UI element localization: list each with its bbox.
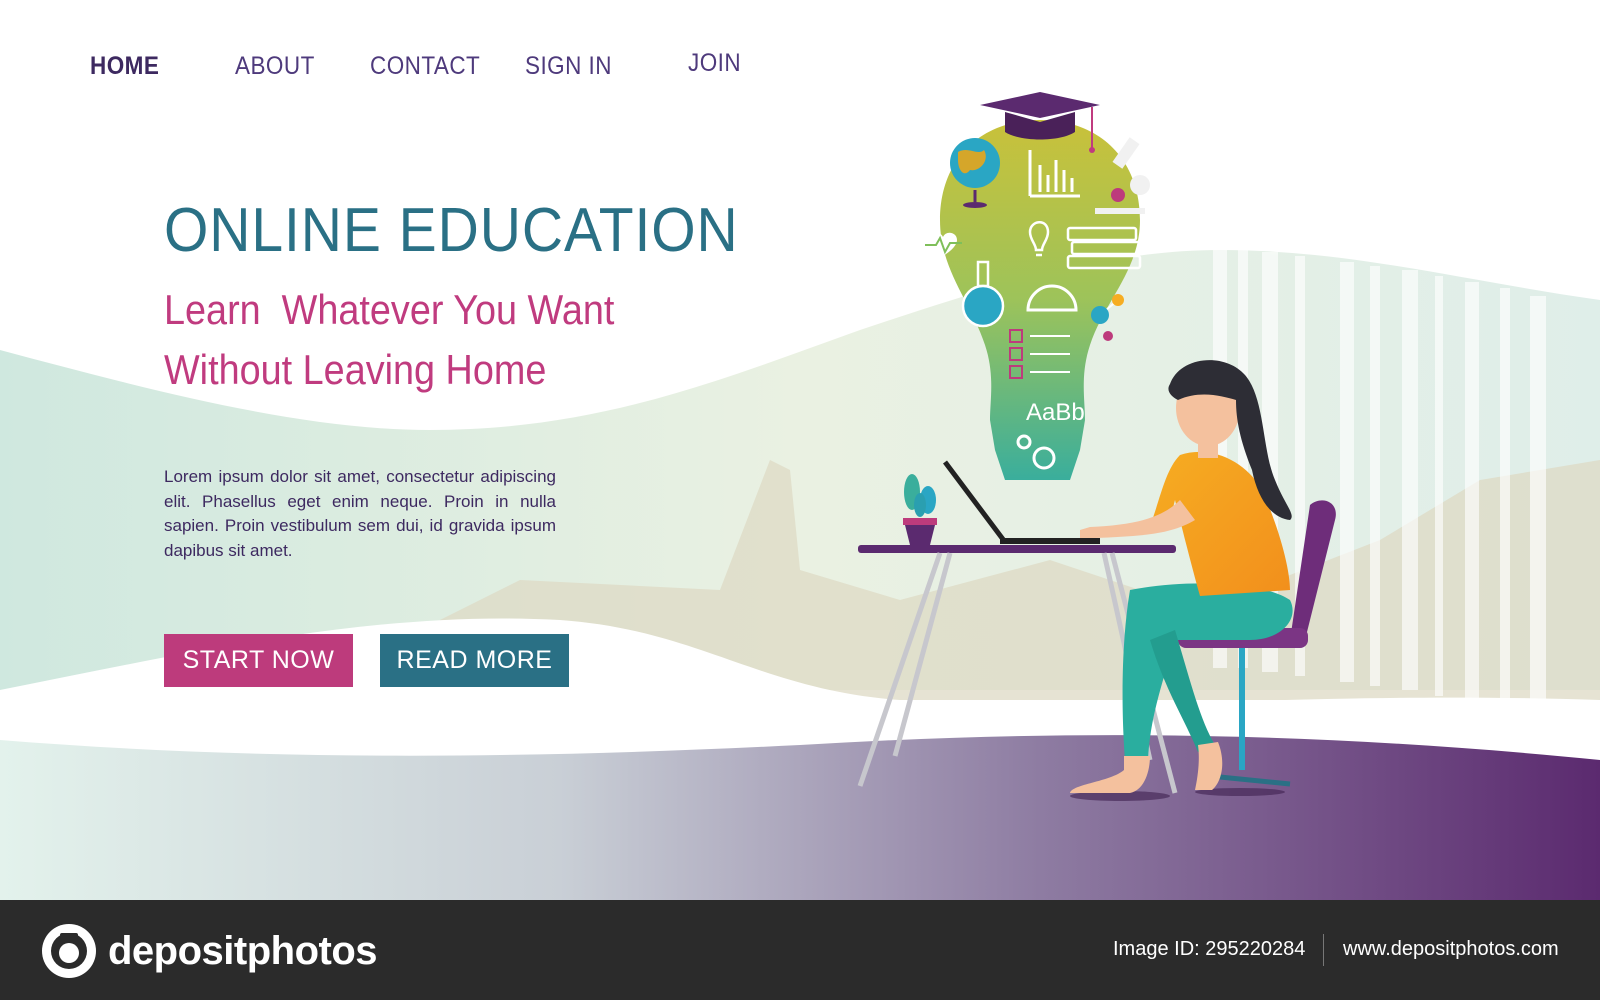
nav-contact[interactable]: CONTACT [370,52,480,81]
bulb-text: AaBb [1026,399,1085,426]
hero-description: Lorem ipsum dolor sit amet, consectetur … [164,467,556,560]
nav-home[interactable]: HOME [90,52,159,81]
nav-join[interactable]: JOIN [688,49,741,78]
watermark-footer: depositphotos Image ID: 295220284 www.de… [0,900,1600,1000]
nav-sign-in[interactable]: SIGN IN [525,52,612,81]
start-now-button[interactable]: START NOW [164,634,353,687]
background-illustration: AaBb [0,92,1600,900]
site-url: www.depositphotos.com [1343,938,1559,960]
depositphotos-logo: depositphotos [40,922,378,980]
camera-logo-icon [42,924,96,978]
hero-title: ONLINE EDUCATION [164,196,739,265]
image-id: Image ID: 295220284 [1113,938,1306,960]
nav-about[interactable]: ABOUT [235,52,315,81]
read-more-button[interactable]: READ MORE [380,634,569,687]
hero-subtitle: Learn Whatever You Want Without Leaving … [164,286,615,393]
landing-page: AaBb HOME ABOUT CONTACT SIGN IN JOIN ONL… [0,0,1600,900]
footer-divider [1323,934,1324,966]
brand-name: depositphotos [108,928,378,973]
